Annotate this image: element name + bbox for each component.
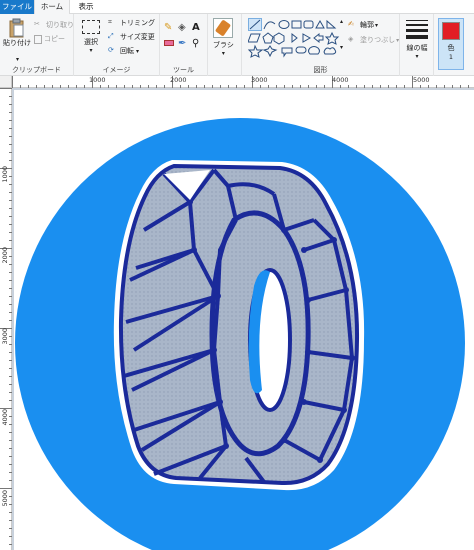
scissors-icon: ✂ [34, 20, 40, 28]
paste-label: 貼り付け [3, 39, 31, 47]
crop-button[interactable]: ⌗ トリミング [108, 18, 155, 28]
group-shapes: ▴ ▾ ✍ 輪郭 ▾ ◈ 塗りつぶし ▾ 図形 [242, 14, 400, 76]
color1-swatch [442, 22, 460, 40]
text-icon: A [192, 22, 200, 33]
ruler-label: 4000 [332, 76, 349, 84]
group-size: 線の幅 ▾ [400, 14, 434, 76]
crop-icon: ⌗ [108, 18, 112, 26]
paste-dropdown[interactable]: ▾ [16, 56, 19, 63]
group-image: 選択 ▾ ⌗ トリミング ⤢ サイズ変更 ⟳ 回転 ▾ イメージ [74, 14, 160, 76]
pencil-tool[interactable]: ✎ [164, 22, 172, 33]
ruler-label: 3000 [251, 76, 268, 84]
ruler-label: 5000 [1, 490, 9, 507]
group-label-shapes: 図形 [313, 66, 328, 74]
outline-brush-icon: ✍ [348, 20, 354, 28]
pencil-icon: ✎ [164, 22, 173, 33]
ruler-label: 1000 [89, 76, 106, 84]
outline-label: 輪郭 [360, 21, 374, 29]
tire-body [118, 163, 360, 486]
tab-file[interactable]: ファイル [0, 0, 34, 14]
line-width-icon [406, 20, 428, 39]
ruler-label: 2000 [170, 76, 187, 84]
vertical-ruler-ticks [0, 88, 12, 545]
ruler-label: 4000 [1, 409, 9, 426]
paste-button[interactable]: 貼り付け [3, 18, 31, 48]
crop-label: トリミング [120, 19, 155, 27]
size-button[interactable]: 線の幅 ▾ [406, 20, 428, 60]
magnifier-icon: ⚲ [192, 38, 200, 49]
ribbon-tabs: ファイル ホーム 表示 [0, 0, 474, 15]
chevron-down-icon: ▾ [396, 36, 400, 44]
brushes-label: ブラシ [213, 41, 234, 49]
ruler-label: 1000 [1, 166, 9, 183]
fill-label: 塗りつぶし [360, 36, 396, 44]
fill-bucket-icon: ◈ [348, 35, 354, 43]
horizontal-ruler-ticks [12, 76, 469, 88]
copy-icon [34, 34, 42, 44]
text-tool[interactable]: A [192, 22, 200, 33]
tab-home[interactable]: ホーム [34, 0, 70, 15]
fill-button[interactable]: ◈ 塗りつぶし ▾ [348, 35, 399, 45]
group-label-clipboard: クリップボード [12, 66, 61, 74]
chevron-down-icon: ▾ [16, 56, 20, 63]
group-color1: 色 1 [434, 14, 474, 76]
color1-index: 1 [448, 53, 454, 61]
resize-label: サイズ変更 [120, 33, 155, 41]
select-button[interactable]: 選択 ▾ [80, 20, 102, 54]
ruler-label: 2000 [1, 247, 9, 264]
eraser-icon [164, 40, 174, 46]
chevron-up-icon: ▴ [340, 18, 344, 25]
size-label: 線の幅 [406, 44, 428, 52]
ruler-corner [0, 76, 12, 88]
cut-label: 切り取り [46, 21, 74, 29]
drawing-canvas[interactable] [14, 90, 474, 550]
chevron-down-icon: ▾ [136, 47, 140, 55]
magnifier-tool[interactable]: ⚲ [192, 38, 199, 49]
rotate-label: 回転 [120, 47, 134, 55]
group-clipboard: 貼り付け ▾ ✂ 切り取り コピー クリップボード [0, 14, 74, 76]
select-rect-icon [82, 20, 100, 34]
copy-label: コピー [44, 35, 65, 43]
ruler-label: 5000 [413, 76, 430, 84]
color1-button[interactable]: 色 1 [438, 18, 464, 70]
canvas-workspace[interactable] [12, 88, 474, 550]
shapes-gallery[interactable] [248, 18, 342, 58]
resize-icon: ⤢ [108, 32, 114, 40]
fill-bucket-icon: ◈ [178, 22, 186, 33]
vertical-ruler: 1000 2000 3000 4000 5000 [0, 88, 12, 550]
cut-button[interactable]: ✂ 切り取り [34, 20, 74, 30]
rotate-icon: ⟳ [108, 46, 114, 54]
color1-label: 色 [447, 44, 455, 52]
chevron-down-icon: ▾ [340, 44, 344, 51]
horizontal-ruler: 1000 2000 3000 4000 5000 [12, 76, 474, 88]
resize-button[interactable]: ⤢ サイズ変更 [108, 32, 155, 42]
chevron-down-icon: ▾ [221, 50, 225, 57]
eraser-tool[interactable] [164, 40, 174, 46]
group-brushes: ブラシ ▾ [208, 14, 242, 76]
chevron-down-icon: ▾ [415, 53, 419, 60]
chevron-down-icon: ▾ [89, 47, 93, 54]
ribbon: 貼り付け ▾ ✂ 切り取り コピー クリップボード 選択 ▾ ⌗ トリミング ⤢ サイ… [0, 14, 474, 76]
tab-view[interactable]: 表示 [70, 0, 102, 14]
chevron-down-icon: ▾ [375, 21, 379, 29]
select-label: 選択 [84, 38, 98, 46]
color-picker-tool[interactable]: ✒ [178, 38, 186, 49]
shapes-scroll[interactable]: ▴ [340, 18, 343, 25]
group-tools: ✎ ◈ A ✒ ⚲ ツール [160, 14, 208, 76]
fill-tool[interactable]: ◈ [178, 22, 186, 33]
brushes-button[interactable]: ブラシ ▾ [213, 18, 234, 57]
outline-button[interactable]: ✍ 輪郭 ▾ [348, 20, 378, 30]
group-label-image: イメージ [102, 66, 131, 74]
copy-button[interactable]: コピー [34, 34, 65, 44]
paste-icon [9, 18, 24, 38]
brush-icon [213, 18, 234, 38]
rotate-button[interactable]: ⟳ 回転 ▾ [108, 46, 139, 56]
shapes-more[interactable]: ▾ [340, 44, 343, 51]
canvas-image [15, 118, 465, 550]
eyedropper-icon: ✒ [178, 38, 187, 49]
group-label-tools: ツール [173, 66, 194, 74]
ruler-label: 3000 [1, 328, 9, 345]
